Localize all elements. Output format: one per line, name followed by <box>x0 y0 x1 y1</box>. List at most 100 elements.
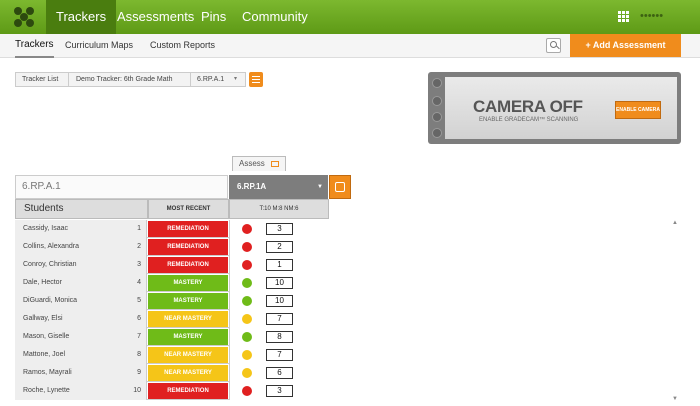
score-cell: 10 <box>229 292 329 310</box>
breadcrumb-demo-tracker[interactable]: Demo Tracker: 6th Grade Math <box>76 73 172 86</box>
scroll-down-icon[interactable]: ▼ <box>672 396 678 402</box>
status-badge: NEAR MASTERY <box>148 365 228 381</box>
table-row: Roche, Lynette 10 REMEDIATION 3 <box>15 382 329 400</box>
score-input[interactable]: 10 <box>266 277 293 289</box>
status-dot-icon <box>242 242 252 252</box>
user-menu[interactable]: •••••• <box>640 10 663 22</box>
camera-icon[interactable] <box>432 78 442 88</box>
table-row: DiGuardi, Monica 5 MASTERY 10 <box>15 292 329 310</box>
student-name-label: Ramos, Mayrali <box>23 369 72 376</box>
export-icon <box>271 161 279 167</box>
student-number: 5 <box>137 297 141 304</box>
table-row: Conroy, Christian 3 REMEDIATION 1 <box>15 256 329 274</box>
assessment-meta-header: T:10 M:8 NM:6 <box>229 199 329 219</box>
scroll-up-icon[interactable]: ▲ <box>672 220 678 226</box>
score-cell: 10 <box>229 274 329 292</box>
table-row: Ramos, Mayrali 9 NEAR MASTERY 6 <box>15 364 329 382</box>
apps-grid-icon[interactable] <box>618 11 630 23</box>
student-number: 1 <box>137 225 141 232</box>
student-name[interactable]: Roche, Lynette 10 <box>15 382 147 400</box>
breadcrumb-tracker-list[interactable]: Tracker List <box>22 73 58 86</box>
student-name[interactable]: Ramos, Mayrali 9 <box>15 364 147 382</box>
score-input[interactable]: 7 <box>266 313 293 325</box>
score-cell: 7 <box>229 310 329 328</box>
chevron-down-icon: ▼ <box>317 184 323 190</box>
student-name[interactable]: Conroy, Christian 3 <box>15 256 147 274</box>
add-standard-button[interactable] <box>329 175 351 199</box>
chevron-down-icon[interactable]: ▾ <box>234 73 237 86</box>
score-input[interactable]: 3 <box>266 223 293 235</box>
student-number: 3 <box>137 261 141 268</box>
status-badge: MASTERY <box>148 275 228 291</box>
add-assessment-button[interactable]: + Add Assessment <box>570 34 681 57</box>
student-name-label: Conroy, Christian <box>23 261 77 268</box>
standard-select[interactable]: 6.RP.1A ▼ <box>229 175 328 199</box>
settings-icon[interactable] <box>432 96 442 106</box>
enable-camera-button[interactable]: ENABLE CAMERA <box>615 101 661 119</box>
student-name-label: Mattone, Joel <box>23 351 66 358</box>
student-name-label: DiGuardi, Monica <box>23 297 78 304</box>
score-input[interactable]: 8 <box>266 331 293 343</box>
table-row: Gallway, Elsi 6 NEAR MASTERY 7 <box>15 310 329 328</box>
score-cell: 8 <box>229 328 329 346</box>
camera-title: CAMERA OFF <box>473 97 583 116</box>
status-dot-icon <box>242 314 252 324</box>
score-input[interactable]: 1 <box>266 259 293 271</box>
breadcrumb-divider <box>190 73 191 86</box>
camera-panel: CAMERA OFF ENABLE GRADECAM™ SCANNING ENA… <box>428 72 681 144</box>
standard-select-value: 6.RP.1A <box>237 182 267 191</box>
help-icon[interactable] <box>432 128 442 138</box>
status-dot-icon <box>242 260 252 270</box>
subnav-custom-reports[interactable]: Custom Reports <box>150 34 215 58</box>
most-recent-header[interactable]: MOST RECENT <box>148 199 229 219</box>
table-row: Dale, Hector 4 MASTERY 10 <box>15 274 329 292</box>
student-name-label: Roche, Lynette <box>23 387 70 394</box>
assess-label: Assess <box>239 159 265 168</box>
students-header[interactable]: Students <box>15 199 148 219</box>
menu-icon[interactable] <box>249 72 263 87</box>
student-number: 4 <box>137 279 141 286</box>
subnav-trackers[interactable]: Trackers <box>15 34 54 58</box>
standard-input[interactable]: 6.RP.A.1 <box>15 175 228 199</box>
score-input[interactable]: 7 <box>266 349 293 361</box>
status-dot-icon <box>242 332 252 342</box>
status-dot-icon <box>242 296 252 306</box>
student-name[interactable]: Dale, Hector 4 <box>15 274 147 292</box>
nav-trackers[interactable]: Trackers <box>46 0 117 34</box>
student-name[interactable]: Gallway, Elsi 6 <box>15 310 147 328</box>
student-name-label: Cassidy, Isaac <box>23 225 68 232</box>
top-nav-bar: Trackers Assessments Pins Community ••••… <box>0 0 700 34</box>
app-logo-icon[interactable] <box>14 7 34 27</box>
score-input[interactable]: 2 <box>266 241 293 253</box>
scan-icon[interactable] <box>432 112 442 122</box>
student-number: 6 <box>137 315 141 322</box>
student-number: 2 <box>137 243 141 250</box>
search-icon[interactable] <box>546 38 561 53</box>
status-badge: REMEDIATION <box>148 257 228 273</box>
student-number: 10 <box>133 387 141 394</box>
score-cell: 7 <box>229 346 329 364</box>
student-number: 8 <box>137 351 141 358</box>
scrollbar[interactable]: ▲ ▼ <box>672 220 680 406</box>
student-name[interactable]: Cassidy, Isaac 1 <box>15 220 147 238</box>
score-input[interactable]: 3 <box>266 385 293 397</box>
score-cell: 2 <box>229 238 329 256</box>
nav-pins[interactable]: Pins <box>191 0 236 34</box>
score-cell: 3 <box>229 220 329 238</box>
score-input[interactable]: 6 <box>266 367 293 379</box>
status-badge: NEAR MASTERY <box>148 347 228 363</box>
student-name[interactable]: Mason, Giselle 7 <box>15 328 147 346</box>
nav-assessments[interactable]: Assessments <box>107 0 204 34</box>
subnav-curriculum-maps[interactable]: Curriculum Maps <box>65 34 133 58</box>
nav-community[interactable]: Community <box>232 0 318 34</box>
assess-tab[interactable]: Assess <box>232 156 286 171</box>
student-name-label: Collins, Alexandra <box>23 243 80 250</box>
camera-subtitle: ENABLE GRADECAM™ SCANNING <box>479 117 579 123</box>
status-dot-icon <box>242 386 252 396</box>
student-name[interactable]: Collins, Alexandra 2 <box>15 238 147 256</box>
breadcrumb-standard[interactable]: 6.RP.A.1 <box>197 73 224 86</box>
student-name[interactable]: DiGuardi, Monica 5 <box>15 292 147 310</box>
breadcrumb-divider <box>68 73 69 86</box>
student-name[interactable]: Mattone, Joel 8 <box>15 346 147 364</box>
score-input[interactable]: 10 <box>266 295 293 307</box>
